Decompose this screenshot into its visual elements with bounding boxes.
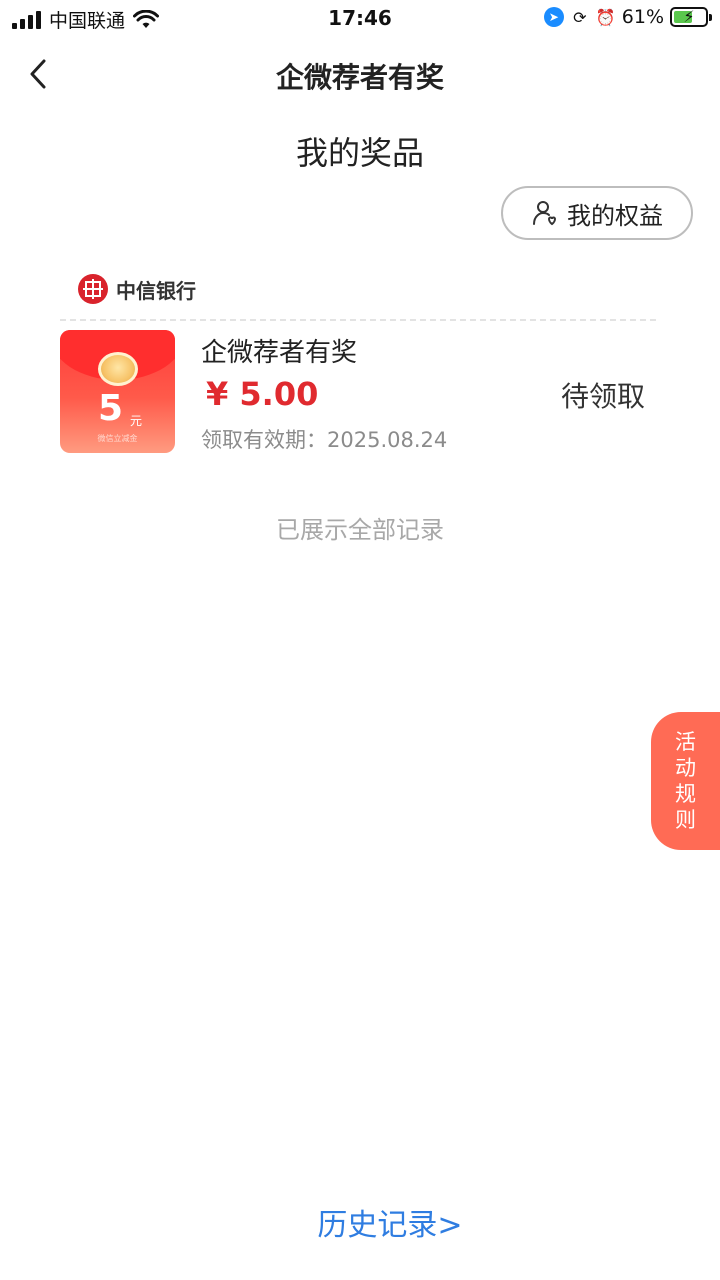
list-end-text: 已展示全部记录: [276, 516, 444, 544]
my-rights-label: 我的权益: [567, 201, 663, 230]
prize-name: 企微荐者有奖: [201, 338, 358, 368]
page-title: 企微荐者有奖: [275, 61, 444, 94]
rotation-lock-icon: ⟳: [573, 7, 587, 27]
battery-percent: 61%: [621, 6, 664, 28]
bank-name: 中信银行: [116, 278, 196, 303]
activity-rules-label: 活动规则: [675, 730, 696, 832]
prize-validity: 领取有效期：2025.08.24: [201, 428, 448, 452]
my-rights-button[interactable]: 我的权益: [501, 186, 693, 240]
red-envelope-image: 5 元 微信立减金: [60, 330, 175, 453]
history-link[interactable]: 历史记录>: [0, 1200, 720, 1244]
claim-status-button[interactable]: 待领取: [561, 375, 645, 415]
status-bar-right: ➤ ⟳ ⏰ 61% ⚡: [543, 6, 712, 28]
section-title: 我的奖品: [295, 134, 424, 172]
card-divider: [60, 319, 656, 321]
activity-rules-tab[interactable]: 活动规则: [651, 712, 720, 850]
battery-charging-icon: ⚡: [670, 7, 712, 27]
bank-header: 中信银行: [78, 274, 196, 304]
prize-amount: ¥ 5.00: [206, 375, 319, 413]
envelope-caption: 微信立减金: [97, 434, 138, 443]
alarm-icon: ⏰: [595, 7, 616, 27]
coin-icon: [98, 352, 138, 386]
location-icon: ➤: [543, 7, 564, 27]
users-icon: [533, 201, 557, 226]
envelope-amount: 5: [98, 388, 124, 429]
nav-bar: 企微荐者有奖: [0, 44, 720, 104]
envelope-unit: 元: [130, 414, 143, 428]
citic-logo: [78, 274, 108, 304]
status-bar: 中国联通 17:46 ➤ ⟳ ⏰ 61% ⚡: [0, 0, 720, 40]
